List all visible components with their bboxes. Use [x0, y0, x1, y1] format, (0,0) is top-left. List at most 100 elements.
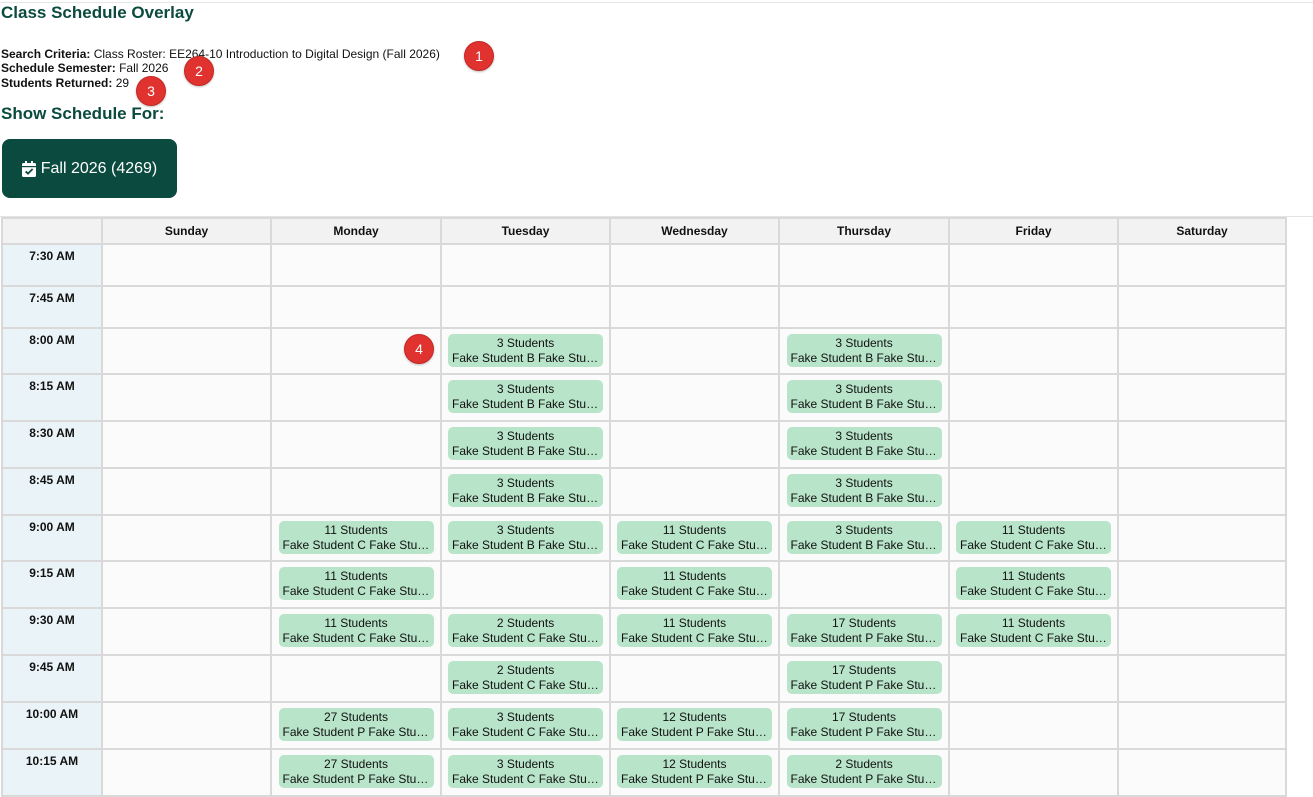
student-count: 3 Students — [496, 382, 555, 396]
show-schedule-for-title: Show Schedule For: — [1, 104, 165, 123]
student-count: 27 Students — [323, 757, 389, 771]
student-names: Fake Student C Fake Student D Fake Stude… — [960, 583, 1111, 598]
student-names: Fake Student C Fake Student D — [452, 677, 603, 692]
schedule-cell — [270, 467, 442, 516]
semester-button[interactable]: Fall 2026 (4269) — [2, 139, 177, 198]
schedule-row: 9:15 AM 11 Students Fake Student C Fake St… — [1, 560, 1287, 609]
page-title: Class Schedule Overlay — [1, 3, 194, 22]
student-count: 12 Students — [662, 757, 727, 771]
schedule-row: 9:00 AM 11 Students Fake Student C Fake St… — [1, 514, 1287, 562]
schedule-cell — [101, 373, 272, 422]
student-group-block[interactable]: 11 StudentsFake Student C Fake Student D… — [956, 521, 1111, 554]
schedule-cell — [948, 373, 1119, 422]
student-names: Fake Student B Fake Student C Fake Stude… — [790, 443, 942, 458]
calendar-check-icon — [21, 160, 36, 177]
student-group-block[interactable]: 12 StudentsFake Student P Fake Student Q… — [617, 708, 772, 741]
schedule-cell — [270, 373, 442, 422]
schedule-header-row: Sunday Monday Tuesday Wednesday Thursday… — [1, 217, 1287, 245]
student-group-block[interactable]: 3 StudentsFake Student C Fake Student D … — [448, 755, 603, 788]
schedule-cell — [1117, 701, 1287, 750]
student-group-block[interactable]: 3 StudentsFake Student B Fake Student C … — [448, 380, 603, 413]
schedule-cell — [1117, 327, 1287, 375]
schedule-cell — [778, 285, 950, 329]
student-group-block[interactable]: 3 StudentsFake Student B Fake Student C … — [448, 427, 603, 460]
student-group-block[interactable]: 3 StudentsFake Student B Fake Student C … — [448, 334, 603, 367]
student-count: 11 Students — [324, 616, 388, 630]
schedule-cell: 3 StudentsFake Student B Fake Student C … — [778, 373, 950, 422]
student-group-block[interactable]: 3 StudentsFake Student C Fake Student D … — [448, 708, 603, 741]
student-group-block[interactable]: 2 StudentsFake Student C Fake Student D — [448, 614, 603, 647]
schedule-cell: 3 StudentsFake Student B Fake Student C … — [440, 467, 611, 516]
student-group-block[interactable]: 11 StudentsFake Student C Fake Student D… — [617, 521, 772, 554]
schedule-cell — [1117, 607, 1287, 656]
student-group-block[interactable]: 11 StudentsFake Student C Fake Student D… — [278, 521, 434, 554]
time-slot-label: 7:30 AM — [1, 243, 103, 287]
schedule-cell — [609, 243, 780, 287]
student-group-block[interactable]: 11 StudentsFake Student C Fake Student D… — [278, 614, 434, 647]
schedule-cell: 11 StudentsFake Student C Fake Student D… — [270, 560, 442, 609]
schedule-cell — [948, 243, 1119, 287]
student-group-block[interactable]: 27 StudentsFake Student P Fake Student Q… — [278, 708, 434, 741]
student-group-block[interactable]: 3 StudentsFake Student B Fake Student C … — [786, 521, 942, 554]
schedule-cell — [440, 285, 611, 329]
student-count: 11 Students — [324, 569, 388, 583]
student-group-block[interactable]: 17 StudentsFake Student P Fake Student Q… — [786, 614, 942, 647]
student-group-block[interactable]: 2 StudentsFake Student C Fake Student D — [448, 661, 603, 694]
time-slot-label: 9:45 AM — [1, 654, 103, 703]
student-group-block[interactable]: 3 StudentsFake Student B Fake Student C … — [448, 474, 603, 507]
student-count: 11 Students — [324, 523, 388, 537]
schedule-cell — [1117, 560, 1287, 609]
student-count: 2 Students — [496, 663, 555, 677]
schedule-cell: 3 StudentsFake Student B Fake Student C … — [440, 373, 611, 422]
day-header: Monday — [270, 217, 442, 245]
student-group-block[interactable]: 11 StudentsFake Student C Fake Student D… — [956, 567, 1111, 600]
schedule-cell — [440, 243, 611, 287]
student-group-block[interactable]: 17 StudentsFake Student P Fake Student Q… — [786, 661, 942, 694]
schedule-cell — [101, 654, 272, 703]
time-slot-label: 8:30 AM — [1, 420, 103, 469]
schedule-cell: 11 StudentsFake Student C Fake Student D… — [948, 560, 1119, 609]
student-names: Fake Student B Fake Student C Fake Stude… — [452, 443, 603, 458]
student-group-block[interactable]: 11 StudentsFake Student C Fake Student D… — [278, 567, 434, 600]
student-group-block[interactable]: 11 StudentsFake Student C Fake Student D… — [617, 614, 772, 647]
schedule-cell — [609, 654, 780, 703]
student-count: 11 Students — [662, 569, 727, 583]
student-group-block[interactable]: 3 StudentsFake Student B Fake Student C … — [448, 521, 603, 554]
schedule-cell — [1117, 420, 1287, 469]
schedule-cell: 11 StudentsFake Student C Fake Student D… — [270, 607, 442, 656]
student-count: 3 Students — [835, 336, 893, 350]
annotation-marker: 3 — [136, 76, 166, 106]
student-names: Fake Student P Fake Student Q Fake Stude… — [282, 724, 434, 739]
student-group-block[interactable]: 3 StudentsFake Student B Fake Student C … — [786, 474, 942, 507]
student-group-block[interactable]: 27 StudentsFake Student P Fake Student Q… — [278, 755, 434, 788]
schedule-cell — [778, 243, 950, 287]
student-group-block[interactable]: 3 StudentsFake Student B Fake Student C … — [786, 380, 942, 413]
annotation-marker: 1 — [464, 41, 494, 71]
schedule-cell — [609, 285, 780, 329]
schedule-cell: 27 StudentsFake Student P Fake Student Q… — [270, 701, 442, 750]
schedule-row: 8:00 AM 3 Students Fake Student B Fake Stu… — [1, 327, 1287, 375]
student-group-block[interactable]: 11 StudentsFake Student C Fake Student D… — [617, 567, 772, 600]
student-names: Fake Student P Fake Student Q Fake Stude… — [621, 724, 772, 739]
student-group-block[interactable]: 17 StudentsFake Student P Fake Student Q… — [786, 708, 942, 741]
time-column-header — [1, 217, 103, 245]
schedule-semester: Schedule Semester: Fall 2026 — [1, 61, 168, 75]
schedule-cell: 11 StudentsFake Student C Fake Student D… — [948, 514, 1119, 562]
schedule-cell — [948, 420, 1119, 469]
student-names: Fake Student C Fake Student D Fake Stude… — [282, 583, 434, 598]
schedule-semester-label: Schedule Semester: — [1, 61, 116, 75]
student-group-block[interactable]: 2 StudentsFake Student P Fake Student Q — [786, 755, 942, 788]
students-returned-label: Students Returned: — [1, 76, 113, 90]
schedule-grid: Sunday Monday Tuesday Wednesday Thursday… — [1, 217, 1287, 797]
time-slot-label: 7:45 AM — [1, 285, 103, 329]
schedule-cell — [1117, 467, 1287, 516]
student-count: 3 Students — [496, 757, 555, 771]
student-count: 17 Students — [831, 616, 897, 630]
student-names: Fake Student P Fake Student Q Fake Stude… — [790, 724, 942, 739]
student-group-block[interactable]: 12 StudentsFake Student P Fake Student Q… — [617, 755, 772, 788]
schedule-row: 7:30 AM — [1, 243, 1287, 287]
student-group-block[interactable]: 11 StudentsFake Student C Fake Student D… — [956, 614, 1111, 647]
time-slot-label: 10:00 AM — [1, 701, 103, 750]
student-group-block[interactable]: 3 StudentsFake Student B Fake Student C … — [786, 427, 942, 460]
student-group-block[interactable]: 3 StudentsFake Student B Fake Student C … — [786, 334, 942, 367]
